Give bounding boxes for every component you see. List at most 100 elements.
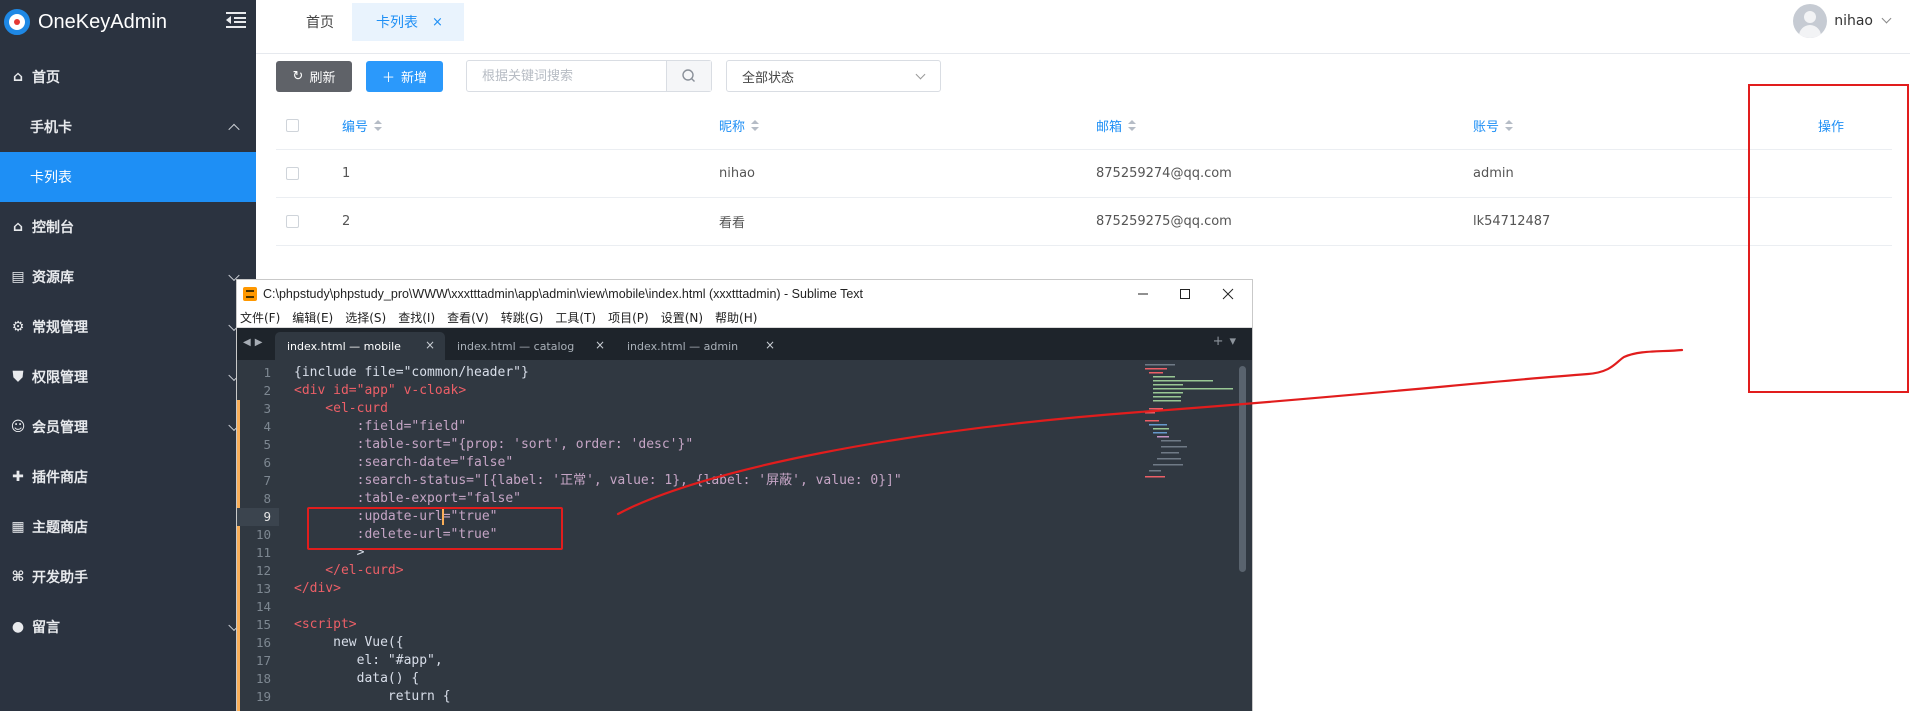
search-box xyxy=(466,60,712,92)
sidebar-item-permissions[interactable]: ⛊ 权限管理 xyxy=(0,352,256,402)
line-number: 2 xyxy=(263,383,271,398)
status-select-value: 全部状态 xyxy=(742,70,795,86)
sidebar-item-messages[interactable]: ● 留言 xyxy=(0,602,256,652)
tab-home[interactable]: 首页 xyxy=(306,3,334,41)
code-line: new Vue({ xyxy=(294,635,404,650)
code-line: :search-status="[{label: '正常', value: 1}… xyxy=(294,473,902,488)
line-number: 5 xyxy=(263,437,271,452)
close-icon xyxy=(1222,288,1234,300)
sort-icon[interactable] xyxy=(374,119,383,132)
close-icon[interactable]: × xyxy=(595,338,605,352)
column-header-email[interactable]: 邮箱 xyxy=(1096,102,1137,149)
close-icon[interactable]: × xyxy=(432,15,443,30)
code-line: <el-curd xyxy=(294,401,388,416)
refresh-button-label: 刷新 xyxy=(309,71,336,86)
menu-project[interactable]: 项目(P) xyxy=(608,309,649,326)
close-window-button[interactable] xyxy=(1205,280,1251,308)
status-select[interactable]: 全部状态 xyxy=(726,60,941,92)
sort-icon[interactable] xyxy=(1505,119,1514,132)
code-line: </div> xyxy=(294,581,341,596)
window-title-bar[interactable]: C:\phpstudy\phpstudy_pro\WWW\xxxtttadmin… xyxy=(237,280,1252,308)
menu-selection[interactable]: 选择(S) xyxy=(345,309,386,326)
annotation-box-actions-column xyxy=(1748,84,1909,393)
user-menu[interactable]: nihao xyxy=(1793,4,1892,38)
search-input[interactable] xyxy=(467,61,666,91)
row-checkbox[interactable] xyxy=(286,215,299,228)
code-line: return { xyxy=(294,689,451,704)
tab-nav-arrows-icon[interactable]: ◀▶ xyxy=(243,337,266,348)
sidebar-item-general[interactable]: ⚙ 常规管理 xyxy=(0,302,256,352)
close-icon[interactable]: × xyxy=(765,338,775,352)
cell-email: 875259274@qq.com xyxy=(1096,166,1232,181)
add-button[interactable]: ＋ 新增 xyxy=(366,61,443,92)
minimize-icon xyxy=(1138,293,1148,295)
menu-help[interactable]: 帮助(H) xyxy=(715,309,757,326)
tab-card-list[interactable]: 卡列表 × xyxy=(352,3,464,41)
cell-nickname: nihao xyxy=(719,166,756,181)
tab-label: 卡列表 xyxy=(376,15,418,31)
collapse-menu-icon[interactable] xyxy=(226,11,246,29)
maximize-button[interactable] xyxy=(1162,280,1208,308)
menu-goto[interactable]: 转跳(G) xyxy=(501,309,544,326)
menu-find[interactable]: 查找(I) xyxy=(398,309,435,326)
code-line: el: "#app", xyxy=(294,653,443,668)
sort-icon[interactable] xyxy=(1128,119,1137,132)
data-table: 编号 昵称 邮箱 账号 操作 1 nihao 875259274@qq.com … xyxy=(276,102,1892,246)
new-tab-icon[interactable]: +▾ xyxy=(1213,334,1242,349)
top-bar: 首页 卡列表 × nihao xyxy=(256,0,1910,54)
menu-tools[interactable]: 工具(T) xyxy=(555,309,596,326)
line-number: 13 xyxy=(255,581,271,596)
chevron-up-icon xyxy=(228,123,240,136)
table-row[interactable]: 1 nihao 875259274@qq.com admin xyxy=(276,150,1892,198)
editor-tab-catalog[interactable]: index.html — catalog × xyxy=(445,332,615,360)
cell-id: 2 xyxy=(342,214,351,229)
menu-file[interactable]: 文件(F) xyxy=(240,309,280,326)
line-number: 14 xyxy=(255,599,271,614)
avatar xyxy=(1793,4,1828,38)
sidebar-item-plugin-store[interactable]: ✚ 插件商店 xyxy=(0,452,256,502)
search-button[interactable] xyxy=(666,61,711,91)
column-header-account[interactable]: 账号 xyxy=(1473,102,1514,149)
logo[interactable]: OneKeyAdmin xyxy=(0,0,256,44)
sidebar-item-members[interactable]: ☺ 会员管理 xyxy=(0,402,256,452)
sidebar-item-dev-assistant[interactable]: ⌘ 开发助手 xyxy=(0,552,256,602)
column-header-id[interactable]: 编号 xyxy=(342,102,383,149)
sidebar-item-card-list[interactable]: 卡列表 xyxy=(0,152,256,202)
vertical-scrollbar[interactable] xyxy=(1239,366,1246,572)
sidebar-item-resources[interactable]: ▤ 资源库 xyxy=(0,252,256,302)
sidebar-item-theme-store[interactable]: ▦ 主题商店 xyxy=(0,502,256,552)
row-checkbox[interactable] xyxy=(286,167,299,180)
table-row[interactable]: 2 看看 875259275@qq.com lk54712487 xyxy=(276,198,1892,246)
shield-icon: ⛊ xyxy=(12,369,24,385)
menu-view[interactable]: 查看(V) xyxy=(447,309,489,326)
cell-account: lk54712487 xyxy=(1473,214,1551,229)
menu-preferences[interactable]: 设置(N) xyxy=(661,309,703,326)
cell-email: 875259275@qq.com xyxy=(1096,214,1232,229)
line-number: 4 xyxy=(263,419,271,434)
sidebar-item-home[interactable]: ⌂ 首页 xyxy=(0,52,256,102)
editor-menu-bar: 文件(F) 编辑(E) 选择(S) 查找(I) 查看(V) 转跳(G) 工具(T… xyxy=(237,308,1252,328)
column-header-nickname[interactable]: 昵称 xyxy=(719,102,760,149)
editor-tab-label: index.html — admin xyxy=(627,339,739,353)
sort-icon[interactable] xyxy=(751,119,760,132)
gear-icon: ⚙ xyxy=(11,319,25,335)
window-title: C:\phpstudy\phpstudy_pro\WWW\xxxtttadmin… xyxy=(263,287,863,301)
plus-icon: ＋ xyxy=(381,71,395,86)
sidebar-item-console[interactable]: ⌂ 控制台 xyxy=(0,202,256,252)
select-all-checkbox[interactable] xyxy=(286,119,299,132)
home-icon: ⌂ xyxy=(12,219,24,235)
editor-tab-mobile[interactable]: index.html — mobile × xyxy=(275,332,445,360)
menu-edit[interactable]: 编辑(E) xyxy=(292,309,333,326)
sidebar-item-label: 权限管理 xyxy=(32,370,88,386)
minimap[interactable] xyxy=(1141,360,1235,500)
code-icon: ⌘ xyxy=(11,569,25,585)
sidebar-item-label: 常规管理 xyxy=(32,320,88,336)
minimize-button[interactable] xyxy=(1120,280,1166,308)
editor-tab-admin[interactable]: index.html — admin × xyxy=(615,332,785,360)
header-label: 昵称 xyxy=(719,120,746,135)
sublime-text-icon xyxy=(243,287,257,301)
line-number: 12 xyxy=(255,563,271,578)
sidebar-item-phone-card[interactable]: 手机卡 xyxy=(0,102,256,152)
refresh-button[interactable]: ↻ 刷新 xyxy=(276,61,352,92)
close-icon[interactable]: × xyxy=(425,338,435,352)
